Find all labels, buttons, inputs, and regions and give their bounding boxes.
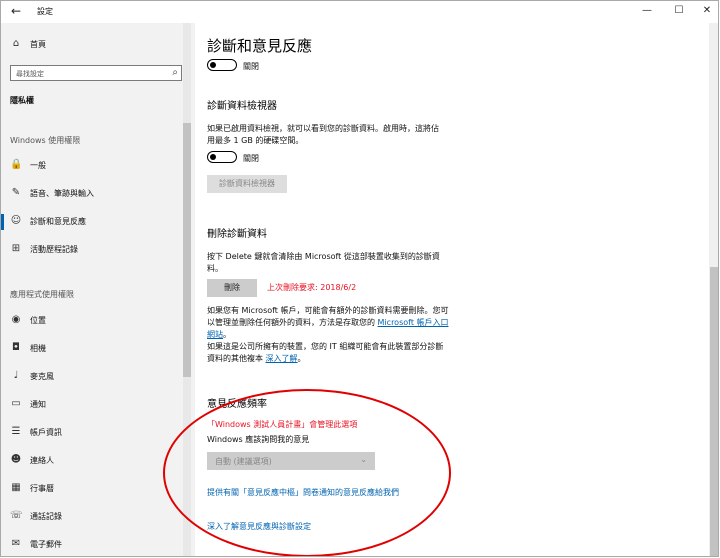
viewer-heading: 診斷資料檢視器 [207,101,277,112]
sidebar-item-label: 相機 [30,344,46,353]
ms-account-portal-link[interactable]: Microsoft 帳戶入口 [378,318,449,327]
notification-icon: ▭ [11,398,21,409]
feedback-frequency-heading: 意見反應頻率 [207,399,267,410]
viewer-toggle-state: 關閉 [243,154,259,163]
pen-icon: ✎ [11,187,21,198]
ms-account-note: 如果您有 Microsoft 帳戶，可能會有額外的診斷資料需要刪除。您可 以管理… [207,305,477,341]
account-icon: ☰ [11,426,21,437]
insider-notice: 「Windows 測試人員計畫」會管理此選項 [207,420,358,429]
contacts-icon: ☻ [10,454,22,465]
chevron-down-icon: ⌄ [360,455,367,464]
learn-more-feedback-link[interactable]: 深入了解意見反應與診斷設定 [207,521,507,533]
feedback-hub-link[interactable]: 提供有關「意見反應中樞」問卷通知的意見反應給我們 [207,487,507,499]
home-label: 首頁 [30,40,46,49]
ms-account-line1: 如果您有 Microsoft 帳戶，可能會有額外的診斷資料需要刪除。您可 [207,306,449,315]
sidebar-item-label: 行事曆 [30,484,54,493]
company-line1: 如果這是公司所擁有的裝置，您的 IT 組織可能會有此裝置部分診斷 [207,342,444,351]
diagnostics-toggle[interactable] [207,59,237,71]
sidebar-item-label: 活動歷程記錄 [30,245,78,254]
sidebar-item-label: 麥克風 [30,372,54,381]
sidebar-scrollbar[interactable] [183,123,191,377]
page-title: 診斷和意見反應 [207,37,313,55]
sidebar-item[interactable]: ▭ 通知 [1,395,181,415]
sidebar-item[interactable]: ☏ 通話記錄 [1,507,181,527]
sidebar-item[interactable]: ▦ 行事曆 [1,479,181,499]
sidebar-item-label: 電子郵件 [30,540,62,549]
ms-account-line2: 以管理並刪除任何額外的資料，方法是存取您的 Microsoft 帳戶入口 [207,317,477,329]
last-delete-status: 上次刪除要求: 2018/6/2 [267,283,357,292]
learn-more-link[interactable]: 深入了解 [266,354,298,363]
sidebar-item[interactable]: ◉ 位置 [1,311,181,331]
feedback-frequency-select[interactable]: 自動 (建議選項) ⌄ [207,452,375,470]
home-nav-item[interactable]: ⌂ 首頁 [1,35,181,55]
sidebar-item[interactable]: ♩ 麥克風 [1,367,181,387]
call-history-icon: ☏ [10,510,23,521]
viewer-description-line1: 如果已啟用資料檢視，就可以看到您的診斷資料。啟用時，這將佔 [207,124,439,133]
lock-icon: 🔒 [10,159,23,170]
close-button[interactable]: ✕ [695,3,718,21]
search-icon[interactable]: ⌕ [172,67,178,78]
maximize-button[interactable]: ☐ [667,3,691,21]
sidebar-item[interactable]: ◘ 相機 [1,339,181,359]
camera-icon: ◘ [12,342,20,353]
section-windows-heading: Windows 使用權限 [10,136,81,145]
sidebar-item[interactable]: ⊞ 活動歷程記錄 [1,240,181,260]
back-arrow-icon[interactable]: ← [11,4,21,18]
sidebar-item-label: 連絡人 [30,456,54,465]
sidebar-item-label: 通知 [30,400,46,409]
company-end: 。 [297,354,306,363]
microphone-icon: ♩ [13,370,19,381]
search-placeholder: 尋找設定 [16,70,44,78]
main-scrollbar[interactable] [710,267,718,556]
window-title: 設定 [37,7,53,16]
search-input[interactable]: 尋找設定 ⌕ [10,65,182,81]
delete-description-line1: 按下 Delete 鍵就會清除由 Microsoft 從這部裝置收集到的診斷資 [207,252,440,261]
sidebar-item[interactable]: ☺ 診斷和意見反應 [1,212,181,232]
ms-account-text: 以管理並刪除任何額外的資料，方法是存取您的 [207,318,375,327]
title-bar: ← 設定 — ☐ ✕ [1,1,718,23]
activity-icon: ⊞ [11,243,21,254]
viewer-description: 如果已啟用資料檢視，就可以看到您的診斷資料。啟用時，這將佔 用最多 1 GB 的… [207,123,477,147]
viewer-toggle[interactable] [207,151,237,163]
company-note: 如果這是公司所擁有的裝置，您的 IT 組織可能會有此裝置部分診斷 資料的其他複本… [207,341,477,365]
sidebar: ⌂ 首頁 尋找設定 ⌕ 隱私權 Windows 使用權限 🔒 一般 ✎ 語音、筆跡與輸… [1,23,195,556]
sidebar-item-label: 帳戶資訊 [30,428,62,437]
settings-window: ← 設定 — ☐ ✕ ⌂ 首頁 尋找設定 ⌕ 隱私權 Windows 使用權限 … [0,0,719,557]
viewer-description-line2: 用最多 1 GB 的硬碟空間。 [207,136,304,145]
delete-description-line2: 料。 [207,264,223,273]
sidebar-item-label: 位置 [30,316,46,325]
company-line2: 資料的其他複本 深入了解。 [207,353,477,365]
ask-label: Windows 應該詢問我的意見 [207,435,310,444]
delete-button[interactable]: 刪除 [207,279,257,297]
diagnostics-toggle-state: 關閉 [243,62,259,71]
home-icon: ⌂ [12,38,20,49]
ms-account-portal-link-cont[interactable]: 網站 [207,330,223,339]
sidebar-item-label: 通話記錄 [30,512,62,521]
minimize-button[interactable]: — [635,3,659,21]
sidebar-item-label: 語音、筆跡與輸入 [30,189,94,198]
company-text: 資料的其他複本 [207,354,263,363]
email-icon: ✉ [11,538,21,549]
delete-heading: 刪除診斷資料 [207,229,267,240]
ms-account-end: 。 [223,330,231,339]
sidebar-item[interactable]: ✎ 語音、筆跡與輸入 [1,184,181,204]
main-content: 診斷和意見反應 關閉 診斷資料檢視器 如果已啟用資料檢視，就可以看到您的診斷資料… [195,23,705,556]
calendar-icon: ▦ [11,482,21,493]
sidebar-item[interactable]: 🔒 一般 [1,156,181,176]
sidebar-item[interactable]: ☰ 帳戶資訊 [1,423,181,443]
feedback-icon: ☺ [10,215,22,226]
sidebar-item[interactable]: ✉ 電子郵件 [1,535,181,555]
feedback-frequency-value: 自動 (建議選項) [215,457,272,466]
sidebar-item-label: 診斷和意見反應 [30,217,86,226]
delete-description: 按下 Delete 鍵就會清除由 Microsoft 從這部裝置收集到的診斷資 … [207,251,477,275]
diagnostic-viewer-button[interactable]: 診斷資料檢視器 [207,175,287,193]
sidebar-item[interactable]: ☻ 連絡人 [1,451,181,471]
sidebar-item-label: 一般 [30,161,46,170]
category-heading: 隱私權 [10,96,34,105]
location-icon: ◉ [11,314,21,325]
ms-account-line3: 網站。 [207,329,477,341]
section-app-heading: 應用程式使用權限 [10,290,74,299]
